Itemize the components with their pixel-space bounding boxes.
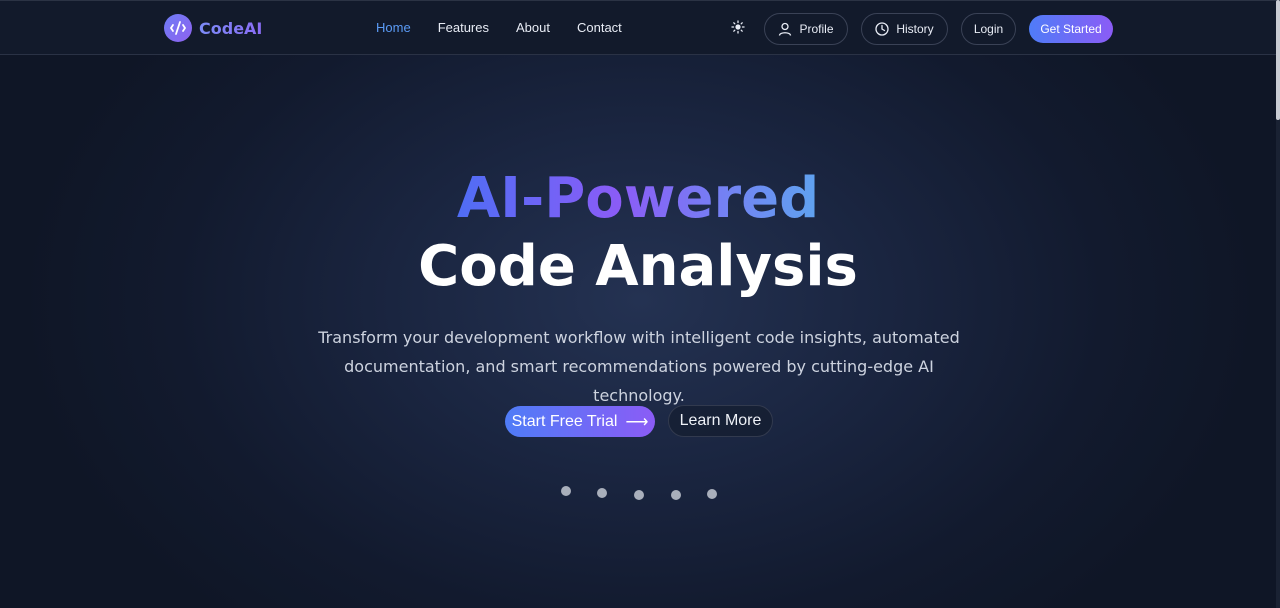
carousel-dot[interactable] [634, 490, 644, 500]
carousel-dot[interactable] [671, 490, 681, 500]
hero-subtitle-line1: Transform your development workflow with… [318, 328, 960, 347]
carousel-dot[interactable] [707, 489, 717, 499]
hero-subtitle-line2: documentation, and smart recommendations… [344, 357, 934, 405]
scrollbar[interactable] [1276, 0, 1280, 608]
carousel-dot[interactable] [561, 486, 571, 496]
nav-links: Home Features About Contact [376, 20, 649, 35]
nav-link-contact[interactable]: Contact [577, 20, 622, 35]
nav-link-features[interactable]: Features [438, 20, 489, 35]
history-button[interactable]: History [861, 13, 948, 45]
top-navbar: CodeAI Home Features About Contact Profi… [0, 0, 1276, 55]
arrow-right-icon: ⟶ [625, 413, 649, 431]
hero-subtitle: Transform your development workflow with… [310, 323, 968, 410]
page-background [0, 0, 1280, 608]
profile-button[interactable]: Profile [764, 13, 848, 45]
start-free-trial-button[interactable]: Start Free Trial ⟶ [505, 406, 655, 437]
nav-link-about[interactable]: About [516, 20, 550, 35]
login-label: Login [973, 22, 1004, 36]
brand-logo[interactable]: CodeAI [164, 14, 262, 42]
history-label: History [896, 22, 934, 36]
carousel-dot[interactable] [597, 488, 607, 498]
clock-icon [875, 22, 889, 36]
get-started-label: Get Started [1040, 22, 1102, 36]
hero-title-line2: Code Analysis [418, 234, 858, 299]
sun-icon[interactable] [731, 19, 745, 35]
nav-link-home[interactable]: Home [376, 20, 411, 35]
code-logo-icon [164, 14, 192, 42]
scrollbar-thumb[interactable] [1276, 0, 1280, 120]
profile-label: Profile [799, 22, 834, 36]
start-free-trial-label: Start Free Trial [511, 412, 618, 430]
brand-name: CodeAI [199, 18, 263, 38]
learn-more-button[interactable]: Learn More [668, 405, 773, 437]
hero-title-line1: AI-Powered [456, 166, 820, 231]
login-button[interactable]: Login [961, 13, 1016, 45]
user-icon [779, 22, 792, 36]
get-started-button[interactable]: Get Started [1029, 15, 1113, 43]
learn-more-label: Learn More [679, 412, 762, 429]
